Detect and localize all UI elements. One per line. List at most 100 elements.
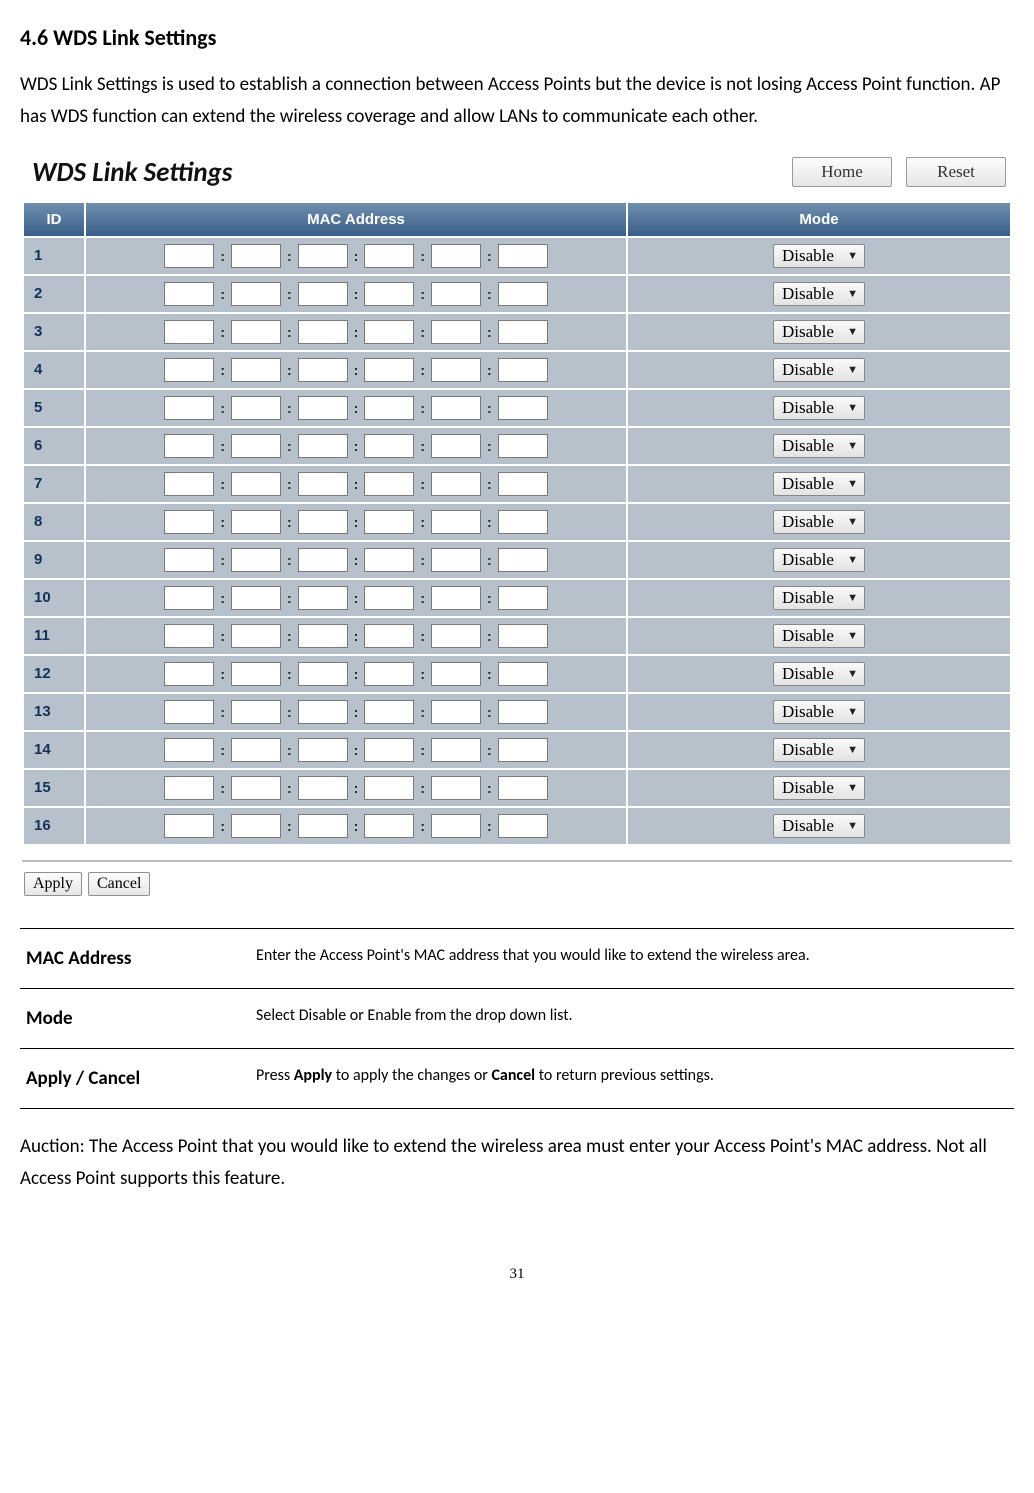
mac-octet-input[interactable] xyxy=(298,624,348,648)
mac-octet-input[interactable] xyxy=(364,548,414,572)
mac-octet-input[interactable] xyxy=(431,814,481,838)
mac-octet-input[interactable] xyxy=(231,244,281,268)
mac-octet-input[interactable] xyxy=(498,586,548,610)
mac-octet-input[interactable] xyxy=(298,700,348,724)
mac-octet-input[interactable] xyxy=(164,700,214,724)
home-button[interactable]: Home xyxy=(792,157,892,187)
mac-octet-input[interactable] xyxy=(364,434,414,458)
mac-octet-input[interactable] xyxy=(364,776,414,800)
mac-octet-input[interactable] xyxy=(164,738,214,762)
mode-select[interactable]: Disable▼ xyxy=(773,396,865,420)
mac-octet-input[interactable] xyxy=(164,434,214,458)
mac-octet-input[interactable] xyxy=(231,738,281,762)
mac-octet-input[interactable] xyxy=(231,624,281,648)
mac-octet-input[interactable] xyxy=(231,472,281,496)
mac-octet-input[interactable] xyxy=(431,738,481,762)
mac-octet-input[interactable] xyxy=(431,358,481,382)
mac-octet-input[interactable] xyxy=(431,776,481,800)
mac-octet-input[interactable] xyxy=(431,510,481,534)
mac-octet-input[interactable] xyxy=(298,814,348,838)
mac-octet-input[interactable] xyxy=(498,320,548,344)
mac-octet-input[interactable] xyxy=(431,320,481,344)
mode-select[interactable]: Disable▼ xyxy=(773,624,865,648)
mac-octet-input[interactable] xyxy=(364,814,414,838)
mode-select[interactable]: Disable▼ xyxy=(773,738,865,762)
mode-select[interactable]: Disable▼ xyxy=(773,510,865,534)
mac-octet-input[interactable] xyxy=(498,358,548,382)
mac-octet-input[interactable] xyxy=(498,624,548,648)
mac-octet-input[interactable] xyxy=(298,282,348,306)
mac-octet-input[interactable] xyxy=(164,548,214,572)
apply-button[interactable]: Apply xyxy=(24,872,82,896)
mode-select[interactable]: Disable▼ xyxy=(773,472,865,496)
mode-select[interactable]: Disable▼ xyxy=(773,358,865,382)
mac-octet-input[interactable] xyxy=(298,320,348,344)
mac-octet-input[interactable] xyxy=(364,244,414,268)
mac-octet-input[interactable] xyxy=(364,624,414,648)
mac-octet-input[interactable] xyxy=(298,548,348,572)
mac-octet-input[interactable] xyxy=(431,472,481,496)
mac-octet-input[interactable] xyxy=(231,434,281,458)
mac-octet-input[interactable] xyxy=(498,814,548,838)
reset-button[interactable]: Reset xyxy=(906,157,1006,187)
mac-octet-input[interactable] xyxy=(164,358,214,382)
mac-octet-input[interactable] xyxy=(364,320,414,344)
mac-octet-input[interactable] xyxy=(164,814,214,838)
mac-octet-input[interactable] xyxy=(364,586,414,610)
mac-octet-input[interactable] xyxy=(298,776,348,800)
mode-select[interactable]: Disable▼ xyxy=(773,244,865,268)
mac-octet-input[interactable] xyxy=(431,548,481,572)
mode-select[interactable]: Disable▼ xyxy=(773,586,865,610)
mode-select[interactable]: Disable▼ xyxy=(773,814,865,838)
mac-octet-input[interactable] xyxy=(364,510,414,534)
mac-octet-input[interactable] xyxy=(298,434,348,458)
mac-octet-input[interactable] xyxy=(498,776,548,800)
mac-octet-input[interactable] xyxy=(164,624,214,648)
cancel-button[interactable]: Cancel xyxy=(88,872,150,896)
mode-select[interactable]: Disable▼ xyxy=(773,662,865,686)
mac-octet-input[interactable] xyxy=(364,358,414,382)
mac-octet-input[interactable] xyxy=(364,738,414,762)
mode-select[interactable]: Disable▼ xyxy=(773,548,865,572)
mac-octet-input[interactable] xyxy=(231,320,281,344)
mac-octet-input[interactable] xyxy=(231,396,281,420)
mac-octet-input[interactable] xyxy=(298,358,348,382)
mac-octet-input[interactable] xyxy=(231,776,281,800)
mac-octet-input[interactable] xyxy=(498,662,548,686)
mac-octet-input[interactable] xyxy=(231,510,281,534)
mac-octet-input[interactable] xyxy=(298,472,348,496)
mac-octet-input[interactable] xyxy=(231,814,281,838)
mac-octet-input[interactable] xyxy=(431,586,481,610)
mac-octet-input[interactable] xyxy=(431,700,481,724)
mac-octet-input[interactable] xyxy=(164,586,214,610)
mac-octet-input[interactable] xyxy=(231,548,281,572)
mac-octet-input[interactable] xyxy=(298,396,348,420)
mac-octet-input[interactable] xyxy=(431,244,481,268)
mac-octet-input[interactable] xyxy=(431,624,481,648)
mac-octet-input[interactable] xyxy=(498,548,548,572)
mac-octet-input[interactable] xyxy=(231,586,281,610)
mac-octet-input[interactable] xyxy=(231,662,281,686)
mac-octet-input[interactable] xyxy=(231,358,281,382)
mac-octet-input[interactable] xyxy=(164,244,214,268)
mac-octet-input[interactable] xyxy=(298,510,348,534)
mac-octet-input[interactable] xyxy=(364,396,414,420)
mode-select[interactable]: Disable▼ xyxy=(773,434,865,458)
mac-octet-input[interactable] xyxy=(498,472,548,496)
mac-octet-input[interactable] xyxy=(364,472,414,496)
mac-octet-input[interactable] xyxy=(164,776,214,800)
mode-select[interactable]: Disable▼ xyxy=(773,282,865,306)
mac-octet-input[interactable] xyxy=(498,244,548,268)
mode-select[interactable]: Disable▼ xyxy=(773,320,865,344)
mac-octet-input[interactable] xyxy=(498,700,548,724)
mac-octet-input[interactable] xyxy=(364,700,414,724)
mode-select[interactable]: Disable▼ xyxy=(773,776,865,800)
mac-octet-input[interactable] xyxy=(364,282,414,306)
mac-octet-input[interactable] xyxy=(431,662,481,686)
mac-octet-input[interactable] xyxy=(498,738,548,762)
mac-octet-input[interactable] xyxy=(231,282,281,306)
mac-octet-input[interactable] xyxy=(498,282,548,306)
mac-octet-input[interactable] xyxy=(298,738,348,762)
mac-octet-input[interactable] xyxy=(298,244,348,268)
mac-octet-input[interactable] xyxy=(431,282,481,306)
